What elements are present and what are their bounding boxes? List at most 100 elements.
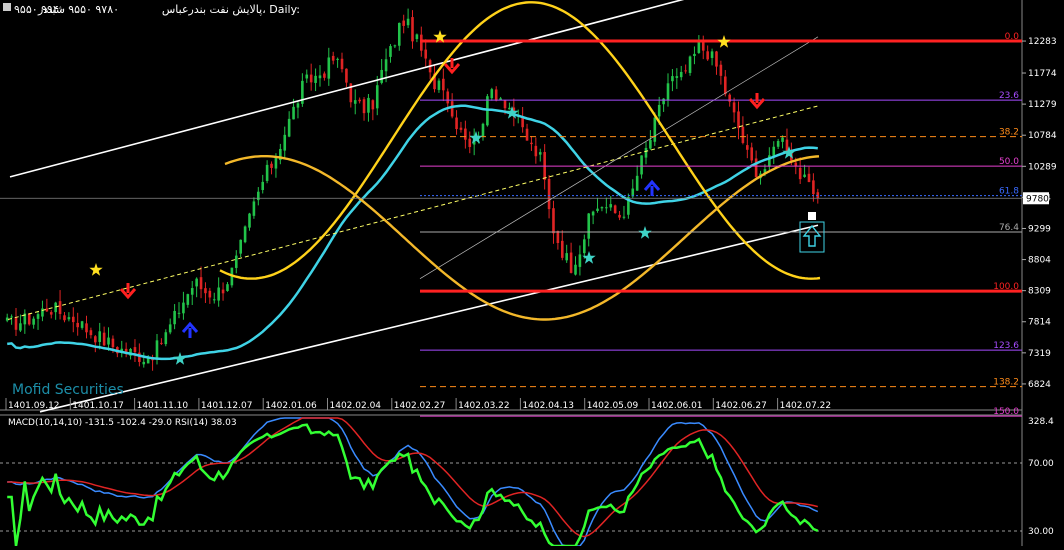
candle-body bbox=[380, 69, 383, 83]
chart-icon[interactable] bbox=[3, 3, 11, 11]
date-tick-label: 1402.02.04 bbox=[330, 401, 382, 411]
candle-body bbox=[583, 239, 586, 254]
candle-body bbox=[63, 315, 66, 321]
marker-square bbox=[808, 212, 816, 220]
candle-body bbox=[494, 89, 498, 101]
candle-body bbox=[160, 342, 163, 344]
price-tick-label: 8309 bbox=[1028, 287, 1051, 297]
candle-body bbox=[406, 18, 410, 26]
candle-body bbox=[468, 138, 472, 148]
price-tick-label: 7814 bbox=[1028, 318, 1051, 328]
candle-body bbox=[345, 68, 348, 83]
candle-body bbox=[371, 100, 375, 110]
date-tick-label: 1402.01.06 bbox=[265, 401, 317, 411]
candle-body bbox=[737, 111, 740, 129]
candle-body bbox=[508, 107, 511, 110]
candle-body bbox=[248, 213, 251, 228]
candle-body bbox=[459, 127, 463, 130]
candle-body bbox=[252, 201, 256, 216]
candle-body bbox=[265, 164, 269, 181]
candle-body bbox=[76, 322, 79, 328]
candle-body bbox=[107, 337, 110, 345]
fib-level-label: 76.4 bbox=[999, 223, 1019, 233]
price-tick-label: 8804 bbox=[1028, 256, 1051, 266]
date-tick-label: 1402.02.27 bbox=[394, 401, 446, 411]
candle-body bbox=[102, 332, 106, 346]
candle-body bbox=[644, 147, 648, 158]
fib-level-label: 23.6 bbox=[999, 91, 1019, 101]
candle-body bbox=[596, 208, 599, 212]
candle-body bbox=[314, 75, 317, 83]
candle-body bbox=[257, 191, 260, 201]
candle-body bbox=[723, 76, 727, 95]
candle-body bbox=[574, 264, 577, 275]
candle-body bbox=[420, 34, 423, 51]
candle-body bbox=[94, 336, 97, 343]
candle-body bbox=[437, 80, 441, 90]
chart-canvas: 0.0 23.6 38.2 50.0 61.8 76.4 100.0 123.6 138.2 15… bbox=[0, 0, 1064, 548]
candle-body bbox=[552, 208, 555, 234]
candle-body bbox=[587, 213, 591, 239]
candle-body bbox=[728, 94, 731, 102]
price-tick-label: 9299 bbox=[1028, 224, 1051, 234]
candle-body bbox=[609, 204, 613, 208]
indicator-label: MACD(10,14,10) -131.5 -102.4 -29.0 RSI(1… bbox=[8, 418, 237, 428]
candle-body bbox=[746, 145, 749, 150]
candle-body bbox=[653, 117, 657, 142]
candle-body bbox=[49, 312, 53, 315]
price-tick-label: 12283 bbox=[1028, 37, 1057, 47]
candle-body bbox=[164, 332, 168, 345]
candle-body bbox=[36, 314, 40, 319]
candle-body bbox=[261, 181, 265, 190]
candle-body bbox=[605, 207, 608, 209]
trading-chart: 0.0 23.6 38.2 50.0 61.8 76.4 100.0 123.6 138.2 15… bbox=[0, 0, 1064, 548]
candle-body bbox=[415, 34, 419, 40]
candle-body bbox=[389, 46, 392, 57]
candle-body bbox=[384, 59, 388, 72]
candle-body bbox=[327, 57, 331, 79]
price-tick-label: 10289 bbox=[1028, 162, 1057, 172]
fib-level-label: 138.2 bbox=[993, 378, 1019, 388]
price-chart-area: 0.0 23.6 38.2 50.0 61.8 76.4 100.0 123.6 138.2 15… bbox=[0, 0, 1064, 546]
date-tick-label: 1401.10.17 bbox=[72, 401, 124, 411]
price-tick-label: 7319 bbox=[1028, 349, 1051, 359]
candle-body bbox=[591, 211, 595, 216]
candle-body bbox=[168, 324, 172, 333]
candle-body bbox=[446, 91, 450, 104]
fib-level-label: 100.0 bbox=[993, 282, 1019, 292]
candle-body bbox=[635, 175, 639, 191]
candle-body bbox=[32, 318, 35, 325]
candle-body bbox=[190, 288, 194, 295]
fib-level-label: 0.0 bbox=[1005, 32, 1020, 42]
candle-body bbox=[331, 55, 335, 61]
candle-body bbox=[657, 104, 661, 117]
candle-body bbox=[464, 128, 467, 140]
candle-body bbox=[662, 98, 665, 105]
candle-body bbox=[565, 253, 568, 261]
candle-body bbox=[481, 123, 485, 138]
candle-body bbox=[283, 134, 287, 151]
header-ohlc: ۹۵۵۰ ۹۹۴۰ ۹۵۵۰ ۹۷۸۰ bbox=[14, 3, 119, 16]
candle-body bbox=[375, 85, 379, 109]
candle-body bbox=[547, 178, 551, 210]
candle-body bbox=[177, 312, 181, 314]
candle-body bbox=[732, 102, 736, 113]
candle-body bbox=[80, 321, 84, 328]
candle-body bbox=[741, 126, 745, 143]
candle-body bbox=[534, 145, 538, 157]
candle-body bbox=[640, 155, 643, 175]
candle-body bbox=[402, 20, 405, 26]
indicator-tick-label: 30.00 bbox=[1028, 527, 1054, 537]
date-tick-label: 1402.04.13 bbox=[522, 401, 574, 411]
candle-body bbox=[600, 207, 604, 209]
candle-body bbox=[318, 75, 322, 79]
candle-body bbox=[560, 240, 564, 258]
candle-body bbox=[199, 277, 203, 290]
price-tick-label: 11279 bbox=[1028, 100, 1057, 110]
candle-body bbox=[411, 17, 414, 42]
candle-body bbox=[58, 301, 62, 314]
date-tick-label: 1402.03.22 bbox=[458, 401, 510, 411]
candle-body bbox=[781, 137, 784, 142]
candle-body bbox=[45, 308, 49, 312]
candle-body bbox=[309, 74, 313, 83]
